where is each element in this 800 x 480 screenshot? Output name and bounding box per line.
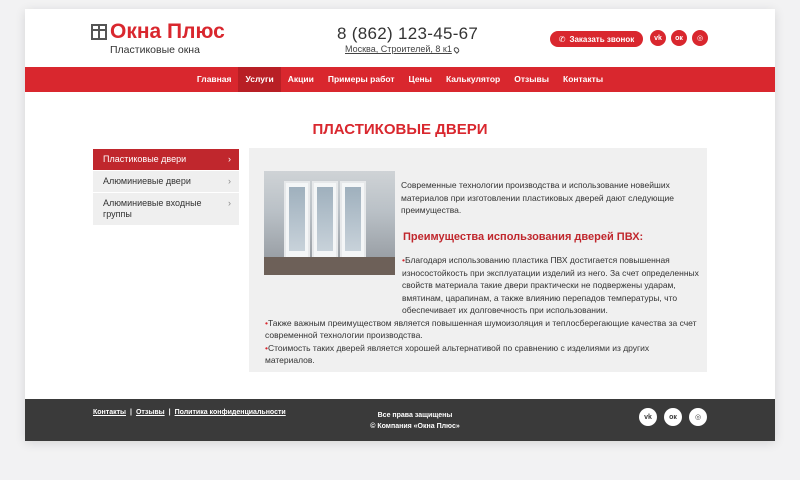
- brand-subtitle: Пластиковые окна: [110, 44, 200, 56]
- footer-link-privacy[interactable]: Политика конфиденциальности: [175, 409, 286, 416]
- nav-item-home[interactable]: Главная: [190, 67, 239, 92]
- footer-link-reviews[interactable]: Отзывы: [136, 409, 165, 416]
- copyright: Все права защищены © Компания «Окна Плюс…: [355, 410, 475, 432]
- sidebar-item-entrance-groups[interactable]: Алюминиевые входные группы ›: [93, 193, 239, 226]
- footer-link-contacts[interactable]: Контакты: [93, 409, 126, 416]
- callback-label: Заказать звонок: [569, 34, 635, 44]
- advantages-list: •Благодаря использованию пластика ПВХ до…: [265, 254, 700, 367]
- nav-item-promotions[interactable]: Акции: [281, 67, 321, 92]
- copyright-text: © Компания «Окна Плюс»: [370, 423, 460, 430]
- nav-item-portfolio[interactable]: Примеры работ: [321, 67, 402, 92]
- vk-icon[interactable]: vk: [650, 30, 666, 46]
- advantages-heading: Преимущества использования дверей ПВХ:: [403, 231, 644, 243]
- phone-icon: ✆: [558, 34, 566, 44]
- nav-item-calculator[interactable]: Калькулятор: [439, 67, 507, 92]
- main-nav: Главная Услуги Акции Примеры работ Цены …: [25, 67, 775, 92]
- instagram-icon[interactable]: ◎: [692, 30, 708, 46]
- intro-text: Современные технологии производства и ис…: [401, 180, 674, 215]
- nav-item-reviews[interactable]: Отзывы: [507, 67, 556, 92]
- nav-item-contacts[interactable]: Контакты: [556, 67, 610, 92]
- list-item: •Стоимость таких дверей является хорошей…: [265, 342, 650, 366]
- nav-item-prices[interactable]: Цены: [402, 67, 439, 92]
- list-item: •Благодаря использованию пластика ПВХ до…: [402, 255, 699, 315]
- chevron-right-icon: ›: [228, 154, 231, 164]
- map-pin-icon: [452, 46, 461, 54]
- brand-title: Окна Плюс: [110, 20, 225, 43]
- instagram-icon[interactable]: ◎: [689, 408, 707, 426]
- nav-item-services[interactable]: Услуги: [238, 67, 281, 92]
- page: Окна Плюс Пластиковые окна 8 (862) 123-4…: [25, 9, 775, 441]
- callback-button[interactable]: ✆ Заказать звонок: [550, 31, 643, 47]
- phone-number[interactable]: 8 (862) 123-45-67: [337, 24, 478, 44]
- header: Окна Плюс Пластиковые окна 8 (862) 123-4…: [25, 9, 775, 67]
- page-title: ПЛАСТИКОВЫЕ ДВЕРИ: [312, 121, 488, 138]
- sidebar-item-aluminum-doors[interactable]: Алюминиевые двери ›: [93, 171, 239, 193]
- vk-icon[interactable]: vk: [639, 408, 657, 426]
- list-item: •Также важным преимуществом является пов…: [265, 317, 697, 341]
- sidebar-item-label: Пластиковые двери: [103, 154, 187, 164]
- sidebar-item-label: Алюминиевые двери: [103, 176, 191, 186]
- content-panel: Современные технологии производства и ис…: [249, 148, 707, 372]
- logo[interactable]: Окна Плюс: [91, 20, 225, 43]
- sidebar: Пластиковые двери › Алюминиевые двери › …: [93, 149, 239, 226]
- footer: Контакты | Отзывы | Политика конфиденциально…: [25, 399, 775, 441]
- chevron-right-icon: ›: [228, 176, 231, 186]
- chevron-right-icon: ›: [228, 198, 231, 208]
- sidebar-item-plastic-doors[interactable]: Пластиковые двери ›: [93, 149, 239, 171]
- rights-text: Все права защищены: [377, 412, 453, 419]
- sidebar-item-label: Алюминиевые входные группы: [103, 198, 202, 219]
- footer-links: Контакты | Отзывы | Политика конфиденциально…: [93, 409, 286, 416]
- address-text: Москва, Строителей, 8 к1: [345, 44, 452, 54]
- ok-icon[interactable]: ок: [664, 408, 682, 426]
- ok-icon[interactable]: ок: [671, 30, 687, 46]
- window-icon: [91, 24, 107, 40]
- address-link[interactable]: Москва, Строителей, 8 к1: [345, 44, 461, 54]
